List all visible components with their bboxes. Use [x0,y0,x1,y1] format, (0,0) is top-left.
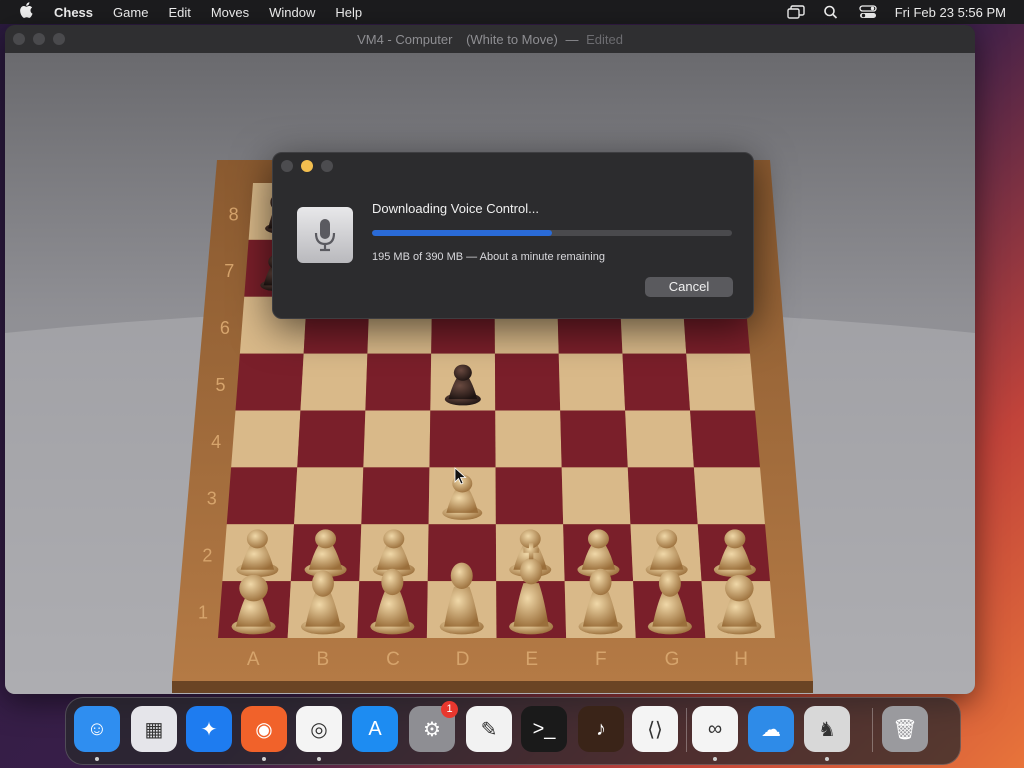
download-progress-fill [372,230,552,236]
download-progress-bar [372,230,732,236]
menu-bar-extras: Fri Feb 23 5:56 PM [787,0,1006,24]
board-square[interactable] [494,353,561,411]
board-square[interactable] [226,467,298,525]
guitar-icon[interactable]: ♪ [578,706,624,752]
cancel-button[interactable]: Cancel [645,277,733,297]
board-square[interactable] [231,410,301,468]
board-square[interactable] [365,353,432,411]
rank-label: 4 [211,432,221,452]
board-square[interactable] [363,410,431,468]
vscode-icon[interactable]: ⟨⟩ [632,706,678,752]
board-square[interactable] [294,467,364,525]
window-title-state: (White to Move) [466,31,558,47]
running-indicator [317,757,321,761]
terminal-icon[interactable]: >_ [521,706,567,752]
minimize-button[interactable] [33,33,45,45]
board-square[interactable] [495,467,564,525]
menu-bar-clock[interactable]: Fri Feb 23 5:56 PM [895,5,1006,20]
file-label: B [316,649,329,670]
window-titlebar[interactable]: VM4 - Computer (White to Move) — Edited [5,25,975,53]
file-label: A [247,649,260,670]
chess-icon[interactable]: ♞ [804,706,850,752]
search-icon[interactable] [823,5,841,19]
control-center-icon[interactable] [859,5,877,19]
apple-menu-icon[interactable] [18,2,36,22]
dialog-title: Downloading Voice Control... [372,201,539,216]
zoom-button[interactable] [53,33,65,45]
file-label: H [734,649,748,670]
download-status-text: 195 MB of 390 MB — About a minute remain… [372,251,605,263]
file-label: F [595,649,607,670]
file-label: D [456,649,470,670]
running-indicator [713,757,717,761]
menu-window[interactable]: Window [269,5,315,20]
board-square[interactable] [235,353,304,411]
dock: ☺ ▦ ✦ ◉ ◎ A ⚙ 1 ✎ >_ ♪ ⟨⟩ ∞ ☁ ♞ 🗑 [65,697,961,765]
dialog-traffic-lights [281,160,333,172]
board-square[interactable] [429,410,496,468]
rank-label: 3 [207,489,217,509]
menu-edit[interactable]: Edit [168,5,190,20]
board-square[interactable] [622,353,691,411]
weather-icon[interactable]: ☁ [748,706,794,752]
window-title: VM4 - Computer (White to Move) — Edited [355,32,625,47]
board-square[interactable] [495,410,562,468]
finder-icon[interactable]: ☺ [74,706,120,752]
board-square[interactable] [297,410,366,468]
safari-icon[interactable]: ✦ [186,706,232,752]
board-square[interactable] [300,353,368,411]
dialog-zoom-button[interactable] [321,160,333,172]
menu-help[interactable]: Help [335,5,362,20]
board-square[interactable] [690,410,760,468]
notification-badge: 1 [441,701,458,718]
file-label: G [665,649,680,670]
menu-game[interactable]: Game [113,5,148,20]
board-square[interactable] [558,353,626,411]
board-square[interactable] [560,410,628,468]
running-indicator [95,757,99,761]
menu-app-name[interactable]: Chess [54,5,93,20]
voice-control-download-dialog: Downloading Voice Control... 195 MB of 3… [272,152,754,319]
board-square[interactable] [686,353,755,411]
dialog-close-button[interactable] [281,160,293,172]
dialog-minimize-button[interactable] [301,160,313,172]
window-title-main: VM4 - Computer [357,31,453,47]
visual-studio-icon[interactable]: ∞ [692,706,738,752]
microphone-icon [297,207,353,263]
window-title-edited: Edited [586,31,623,47]
board-square[interactable] [361,467,430,525]
firefox-icon[interactable]: ◉ [241,706,287,752]
dock-separator [686,708,687,752]
menu-moves[interactable]: Moves [211,5,249,20]
rank-label: 8 [229,204,239,224]
board-square[interactable] [625,410,694,468]
board-frame-edge [172,681,813,693]
board-square[interactable] [693,467,765,525]
rank-label: 2 [202,546,212,566]
launchpad-icon[interactable]: ▦ [131,706,177,752]
file-label: E [525,649,538,670]
close-button[interactable] [13,33,25,45]
textedit-icon[interactable]: ✎ [466,706,512,752]
running-indicator [262,757,266,761]
rank-label: 1 [198,602,208,622]
running-indicator [825,757,829,761]
chrome-icon[interactable]: ◎ [296,706,342,752]
chess-board[interactable]: 8 7 6 5 4 3 2 1 A B C D E F G H [5,53,975,694]
rank-label: 6 [220,318,230,338]
rank-label: 7 [224,261,234,281]
chess-window: VM4 - Computer (White to Move) — Edited [5,25,975,694]
app-store-icon[interactable]: A [352,706,398,752]
window-traffic-lights [13,33,65,45]
menu-bar: Chess Game Edit Moves Window Help Fri Fe… [0,0,1024,24]
dock-separator [872,708,873,752]
window-title-separator: — [565,31,579,47]
trash-icon[interactable]: 🗑 [882,706,928,752]
rank-label: 5 [215,375,225,395]
screen-mirroring-icon[interactable] [787,5,805,19]
file-label: C [386,649,400,670]
board-square[interactable] [561,467,631,525]
board-scene[interactable]: 8 7 6 5 4 3 2 1 A B C D E F G H [5,53,975,694]
board-square[interactable] [627,467,698,525]
